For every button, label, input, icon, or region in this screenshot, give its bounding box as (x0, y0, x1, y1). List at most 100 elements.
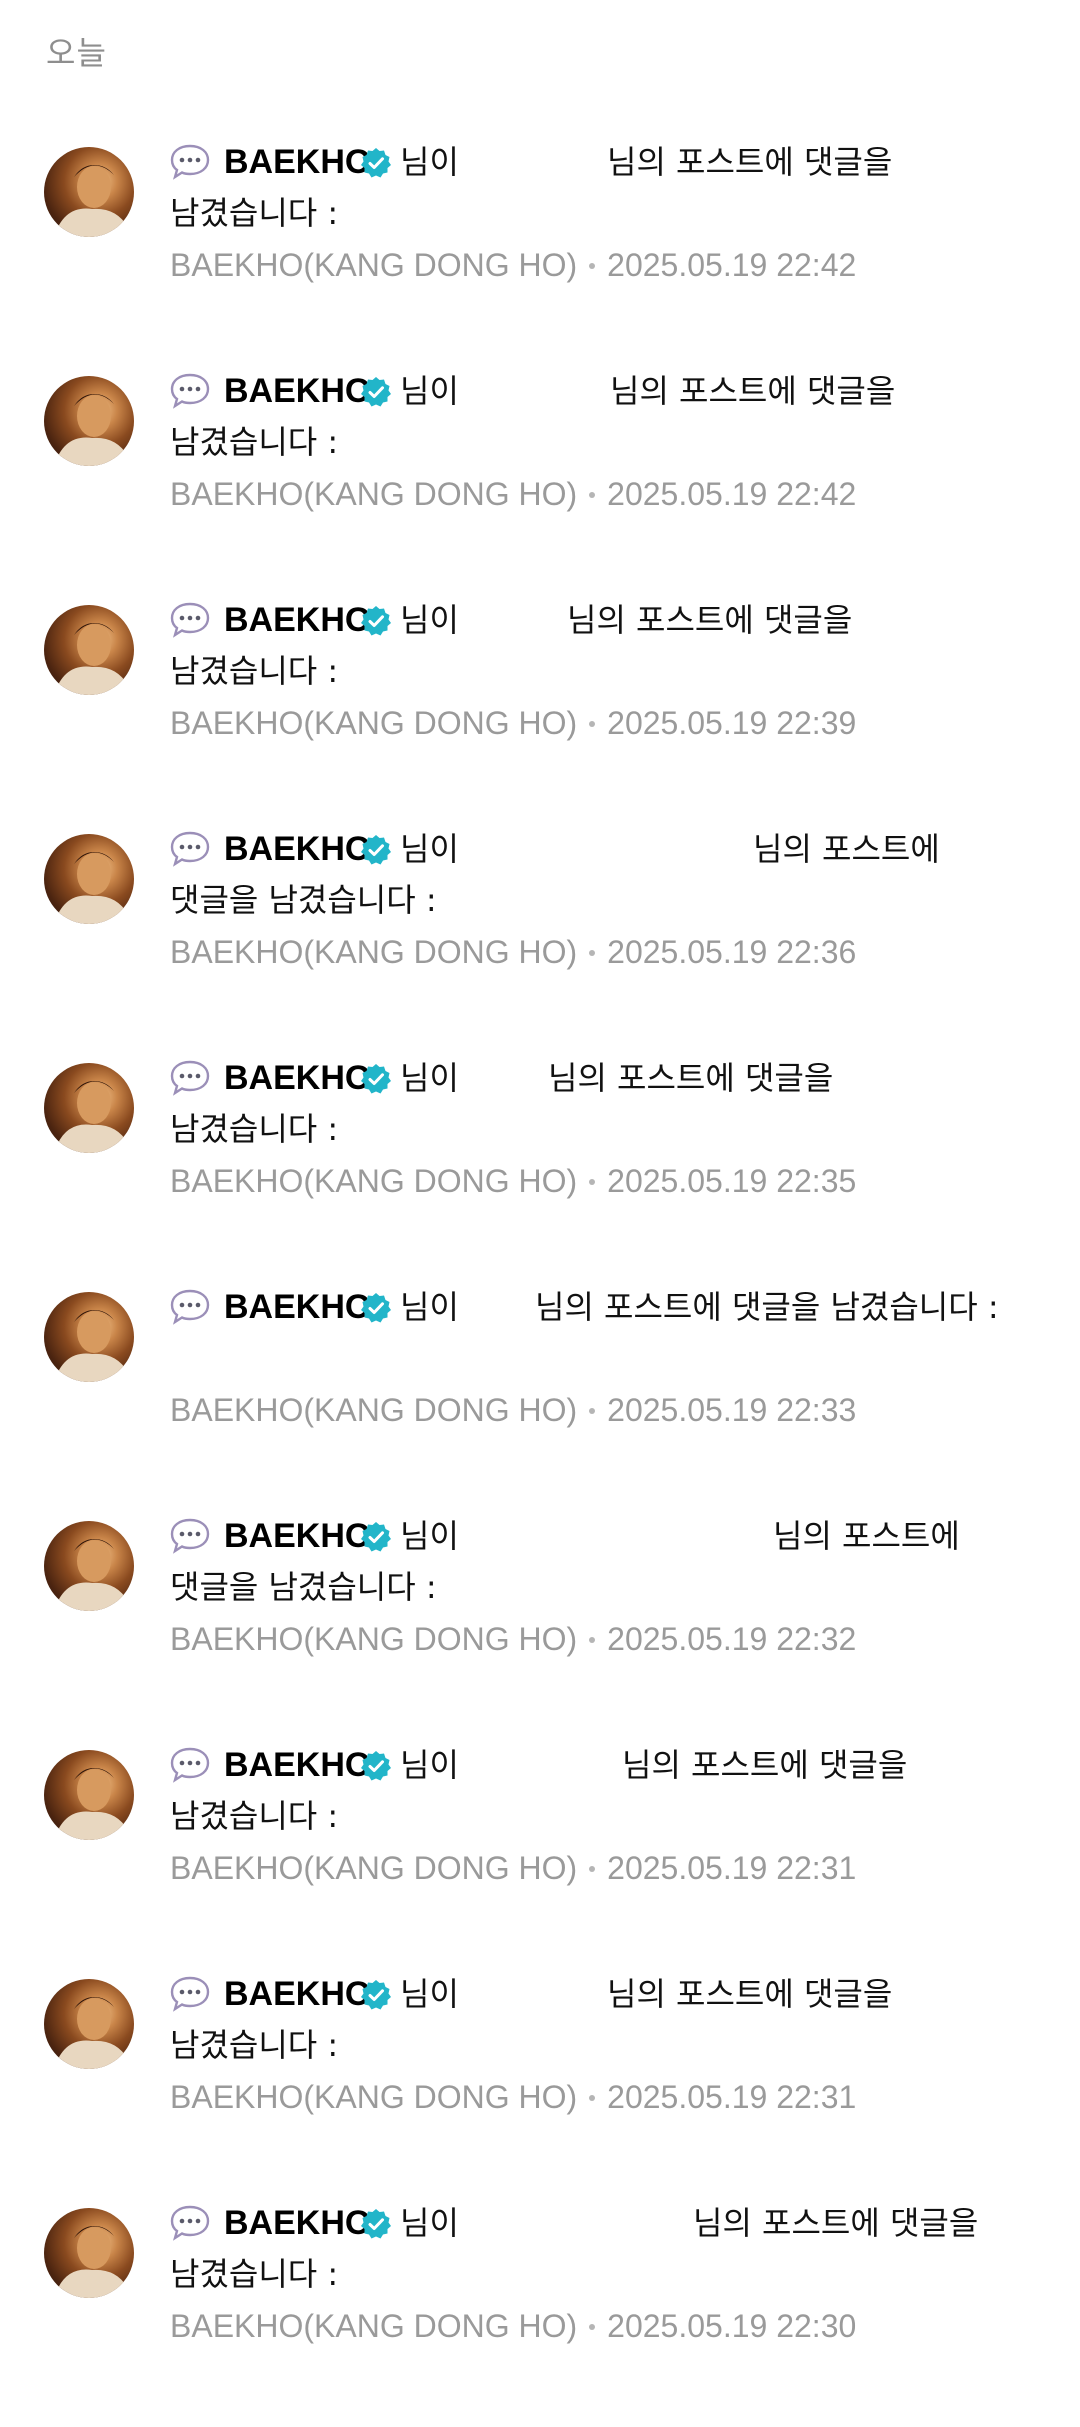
author-name[interactable]: BAEKHO (224, 1053, 371, 1103)
speech-bubble-icon (170, 1976, 210, 2012)
notification-meta: BAEKHO(KANG DONG HO) 2025.05.19 22:36 (170, 932, 1040, 972)
timestamp: 2025.05.19 22:31 (607, 2079, 857, 2115)
notification-message: 님의 포스트에 댓글을 (693, 2204, 979, 2242)
notification-message: 님의 포스트에 댓글을 (567, 601, 853, 639)
channel-name[interactable]: BAEKHO(KANG DONG HO) (170, 476, 577, 512)
avatar[interactable] (44, 1521, 134, 1611)
notification-meta: BAEKHO(KANG DONG HO) 2025.05.19 22:30 (170, 2306, 1040, 2346)
notification-list: BAEKHO 님이 님의 포스트에 댓글을 남겼습니다 : BAEKHO(KAN… (0, 137, 1080, 2427)
notification-meta: BAEKHO(KANG DONG HO) 2025.05.19 22:31 (170, 2077, 1040, 2117)
notification-item[interactable]: BAEKHO 님이 님의 포스트에 댓글을 남겼습니다 : BAEKHO(KAN… (0, 595, 1080, 824)
author-name[interactable]: BAEKHO (224, 137, 371, 187)
avatar[interactable] (44, 1979, 134, 2069)
timestamp: 2025.05.19 22:42 (607, 247, 857, 283)
author-name[interactable]: BAEKHO (224, 1282, 371, 1332)
notification-message-continued: 댓글을 남겼습니다 : (170, 1568, 437, 1606)
author-suffix: 님이 (400, 1288, 459, 1326)
verified-badge-icon (361, 835, 391, 865)
timestamp: 2025.05.19 22:30 (607, 2308, 857, 2344)
speech-bubble-icon (170, 144, 210, 180)
author-suffix: 님이 (400, 1517, 459, 1555)
speech-bubble-icon (170, 1747, 210, 1783)
notification-item[interactable]: BAEKHO 님이 님의 포스트에 댓글을 남겼습니다 : BAEKHO(KAN… (0, 1740, 1080, 1969)
notification-message: 님의 포스트에 댓글을 (622, 1746, 908, 1784)
avatar[interactable] (44, 605, 134, 695)
author-name[interactable]: BAEKHO (224, 366, 371, 416)
notification-item[interactable]: BAEKHO 님이 님의 포스트에 댓글을 남겼습니다 : BAEKHO(KAN… (0, 824, 1080, 1053)
speech-bubble-icon (170, 1060, 210, 1096)
notification-message-continued: 댓글을 남겼습니다 : (170, 881, 437, 919)
author-suffix: 님이 (400, 601, 459, 639)
author-suffix: 님이 (400, 372, 459, 410)
notification-item[interactable]: BAEKHO 님이 님의 포스트에 댓글을 남겼습니다 : BAEKHO(KAN… (0, 137, 1080, 366)
notification-item[interactable]: BAEKHO 님이 님의 포스트에 댓글을 남겼습니다 : BAEKHO(KAN… (0, 2198, 1080, 2427)
notification-item[interactable]: BAEKHO 님이 님의 포스트에 댓글을 남겼습니다 : BAEKHO(KAN… (0, 366, 1080, 595)
separator-dot (589, 262, 596, 269)
channel-name[interactable]: BAEKHO(KANG DONG HO) (170, 1850, 577, 1886)
notification-message-continued: 남겼습니다 : (170, 1110, 339, 1148)
notification-message: 님의 포스트에 댓글을 (548, 1059, 834, 1097)
author-suffix: 님이 (400, 830, 459, 868)
author-name[interactable]: BAEKHO (224, 595, 371, 645)
author-suffix: 님이 (400, 2204, 459, 2242)
verified-badge-icon (361, 1293, 391, 1323)
timestamp: 2025.05.19 22:33 (607, 1392, 857, 1428)
speech-bubble-icon (170, 1518, 210, 1554)
section-header-today: 오늘 (46, 34, 107, 72)
channel-name[interactable]: BAEKHO(KANG DONG HO) (170, 1392, 577, 1428)
channel-name[interactable]: BAEKHO(KANG DONG HO) (170, 2079, 577, 2115)
separator-dot (589, 1865, 596, 1872)
notification-message: 님의 포스트에 댓글을 (607, 1975, 893, 2013)
avatar[interactable] (44, 376, 134, 466)
author-name[interactable]: BAEKHO (224, 1969, 371, 2019)
avatar[interactable] (44, 147, 134, 237)
separator-dot (589, 720, 596, 727)
timestamp: 2025.05.19 22:42 (607, 476, 857, 512)
channel-name[interactable]: BAEKHO(KANG DONG HO) (170, 705, 577, 741)
verified-badge-icon (361, 1522, 391, 1552)
channel-name[interactable]: BAEKHO(KANG DONG HO) (170, 2308, 577, 2344)
timestamp: 2025.05.19 22:35 (607, 1163, 857, 1199)
verified-badge-icon (361, 1064, 391, 1094)
notification-item[interactable]: BAEKHO 님이 님의 포스트에 댓글을 남겼습니다 : BAEKHO(KAN… (0, 1511, 1080, 1740)
author-suffix: 님이 (400, 143, 459, 181)
author-suffix: 님이 (400, 1059, 459, 1097)
notification-meta: BAEKHO(KANG DONG HO) 2025.05.19 22:35 (170, 1161, 1040, 1201)
channel-name[interactable]: BAEKHO(KANG DONG HO) (170, 934, 577, 970)
channel-name[interactable]: BAEKHO(KANG DONG HO) (170, 1163, 577, 1199)
notification-message-continued: 남겼습니다 : (170, 194, 339, 232)
author-name[interactable]: BAEKHO (224, 2198, 371, 2248)
verified-badge-icon (361, 377, 391, 407)
notification-message: 님의 포스트에 (773, 1517, 960, 1555)
verified-badge-icon (361, 1751, 391, 1781)
separator-dot (589, 1407, 596, 1414)
notification-item[interactable]: BAEKHO 님이 님의 포스트에 댓글을 남겼습니다 : BAEKHO(KAN… (0, 1282, 1080, 1511)
notification-meta: BAEKHO(KANG DONG HO) 2025.05.19 22:32 (170, 1619, 1040, 1659)
separator-dot (589, 2323, 596, 2330)
avatar[interactable] (44, 2208, 134, 2298)
avatar[interactable] (44, 1292, 134, 1382)
avatar[interactable] (44, 1063, 134, 1153)
separator-dot (589, 1178, 596, 1185)
speech-bubble-icon (170, 2205, 210, 2241)
timestamp: 2025.05.19 22:39 (607, 705, 857, 741)
author-name[interactable]: BAEKHO (224, 1740, 371, 1790)
author-suffix: 님이 (400, 1975, 459, 2013)
avatar[interactable] (44, 834, 134, 924)
notification-message: 님의 포스트에 댓글을 (610, 372, 896, 410)
separator-dot (589, 1636, 596, 1643)
author-name[interactable]: BAEKHO (224, 1511, 371, 1561)
notification-meta: BAEKHO(KANG DONG HO) 2025.05.19 22:42 (170, 474, 1040, 514)
author-name[interactable]: BAEKHO (224, 824, 371, 874)
channel-name[interactable]: BAEKHO(KANG DONG HO) (170, 1621, 577, 1657)
verified-badge-icon (361, 2209, 391, 2239)
timestamp: 2025.05.19 22:31 (607, 1850, 857, 1886)
author-suffix: 님이 (400, 1746, 459, 1784)
avatar[interactable] (44, 1750, 134, 1840)
notification-item[interactable]: BAEKHO 님이 님의 포스트에 댓글을 남겼습니다 : BAEKHO(KAN… (0, 1053, 1080, 1282)
speech-bubble-icon (170, 373, 210, 409)
notification-item[interactable]: BAEKHO 님이 님의 포스트에 댓글을 남겼습니다 : BAEKHO(KAN… (0, 1969, 1080, 2198)
notification-message-continued (170, 1332, 1040, 1384)
notification-message: 님의 포스트에 댓글을 (607, 143, 893, 181)
channel-name[interactable]: BAEKHO(KANG DONG HO) (170, 247, 577, 283)
